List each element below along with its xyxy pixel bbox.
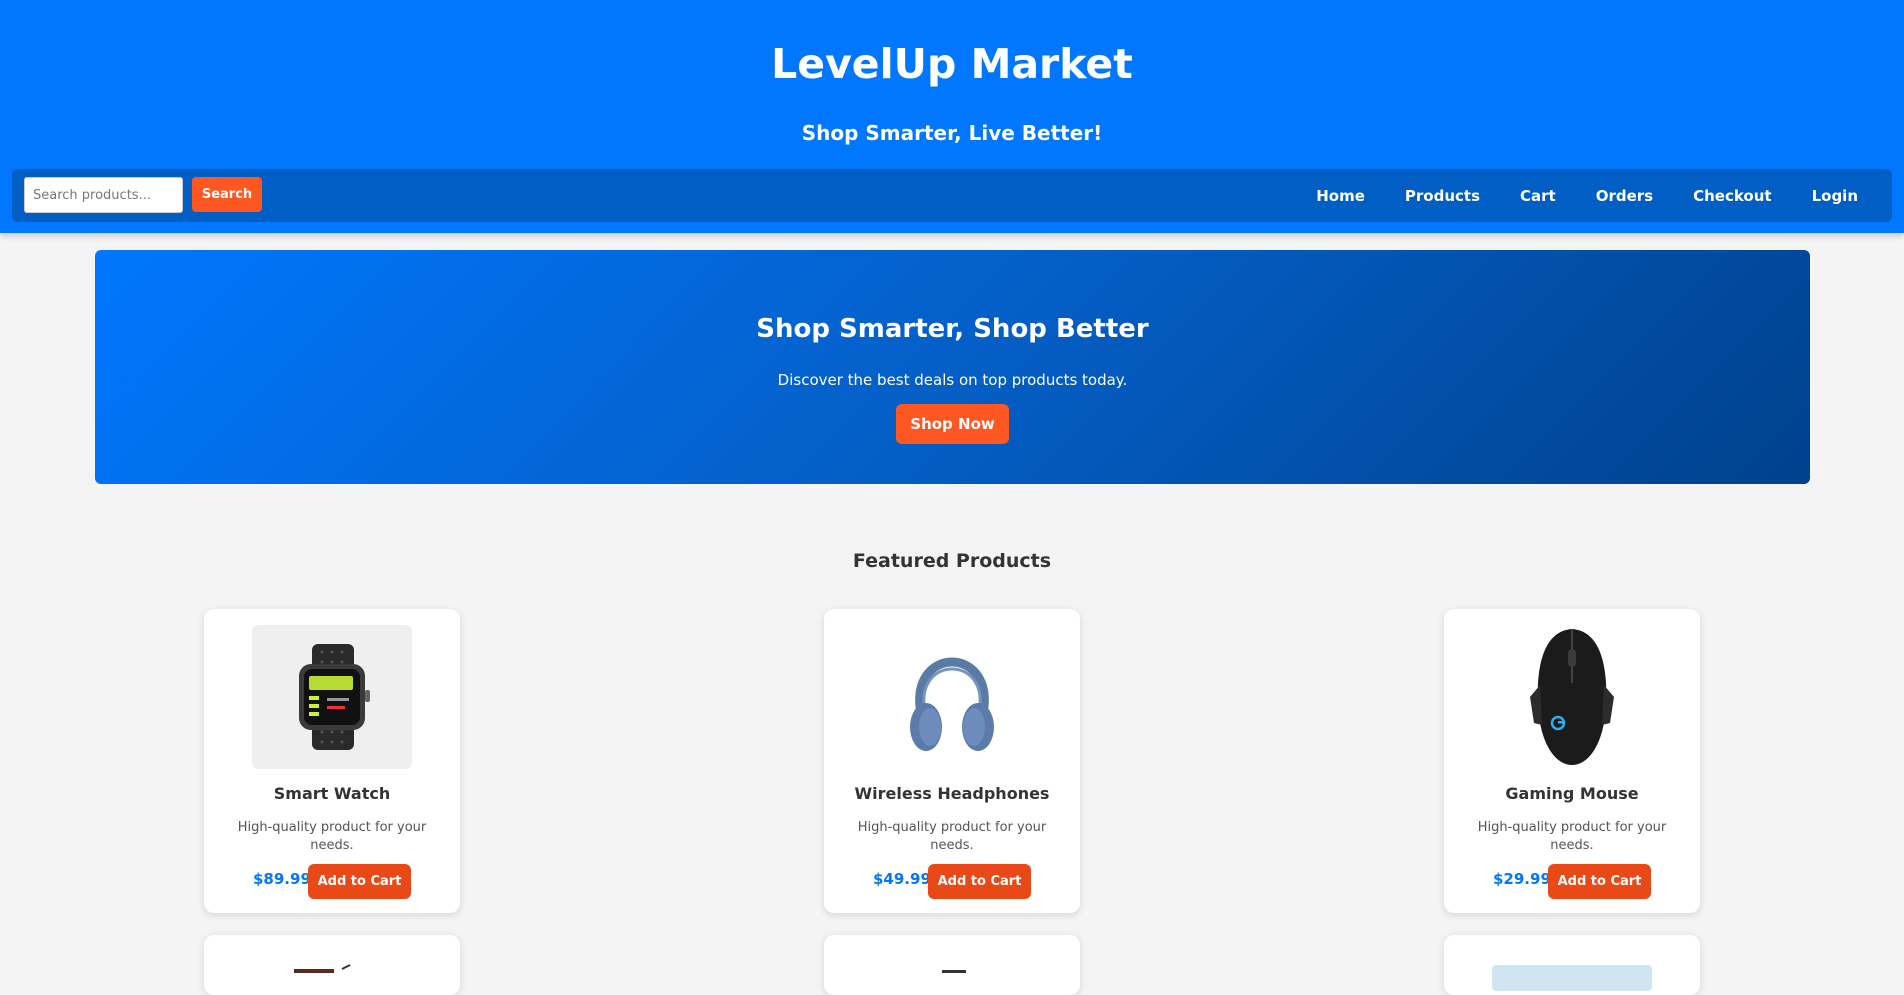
search-input[interactable] [24, 177, 183, 213]
headphones-image [872, 625, 1032, 769]
product-description: High-quality product for your needs. [857, 820, 1047, 853]
nav-products[interactable]: Products [1405, 187, 1480, 205]
navbar: Search Home Products Cart Orders Checkou… [12, 169, 1892, 222]
hero-title: Shop Smarter, Shop Better [756, 314, 1149, 344]
product-price: $29.99 [1493, 870, 1551, 888]
product-card [1444, 935, 1700, 995]
add-to-cart-button[interactable]: Add to Cart [308, 864, 411, 899]
hero-text: Discover the best deals on top products … [777, 371, 1128, 389]
shop-now-button[interactable]: Shop Now [896, 404, 1009, 444]
product-card: Gaming Mouse High-quality product for yo… [1444, 609, 1700, 913]
product-image [252, 951, 412, 991]
product-card: Wireless Headphones High-quality product… [824, 609, 1080, 913]
site-header: LevelUp Market Shop Smarter, Live Better… [0, 0, 1904, 233]
nav-links: Home Products Cart Orders Checkout Login [1276, 169, 1858, 222]
site-tagline: Shop Smarter, Live Better! [801, 121, 1103, 145]
nav-home[interactable]: Home [1316, 187, 1365, 205]
product-card [204, 935, 460, 995]
gaming-mouse-image [1492, 625, 1652, 769]
add-to-cart-button[interactable]: Add to Cart [928, 864, 1031, 899]
hero-banner: Shop Smarter, Shop Better Discover the b… [95, 250, 1810, 484]
product-name: Gaming Mouse [1505, 784, 1639, 803]
featured-products-title: Featured Products [852, 550, 1052, 572]
product-description: High-quality product for your needs. [1477, 820, 1667, 853]
search-button[interactable]: Search [192, 177, 262, 212]
product-card: Smart Watch High-quality product for you… [204, 609, 460, 913]
product-name: Smart Watch [273, 784, 391, 803]
product-price: $49.99 [873, 870, 931, 888]
nav-cart[interactable]: Cart [1520, 187, 1556, 205]
nav-orders[interactable]: Orders [1596, 187, 1653, 205]
product-name: Wireless Headphones [854, 784, 1050, 803]
product-price: $89.99 [253, 870, 311, 888]
product-image [872, 951, 1032, 991]
product-card [824, 935, 1080, 995]
nav-login[interactable]: Login [1812, 187, 1858, 205]
product-description: High-quality product for your needs. [237, 820, 427, 853]
add-to-cart-button[interactable]: Add to Cart [1548, 864, 1651, 899]
site-brand: LevelUp Market [771, 40, 1133, 88]
smart-watch-image [252, 625, 412, 769]
product-image [1492, 951, 1652, 991]
nav-checkout[interactable]: Checkout [1693, 187, 1771, 205]
